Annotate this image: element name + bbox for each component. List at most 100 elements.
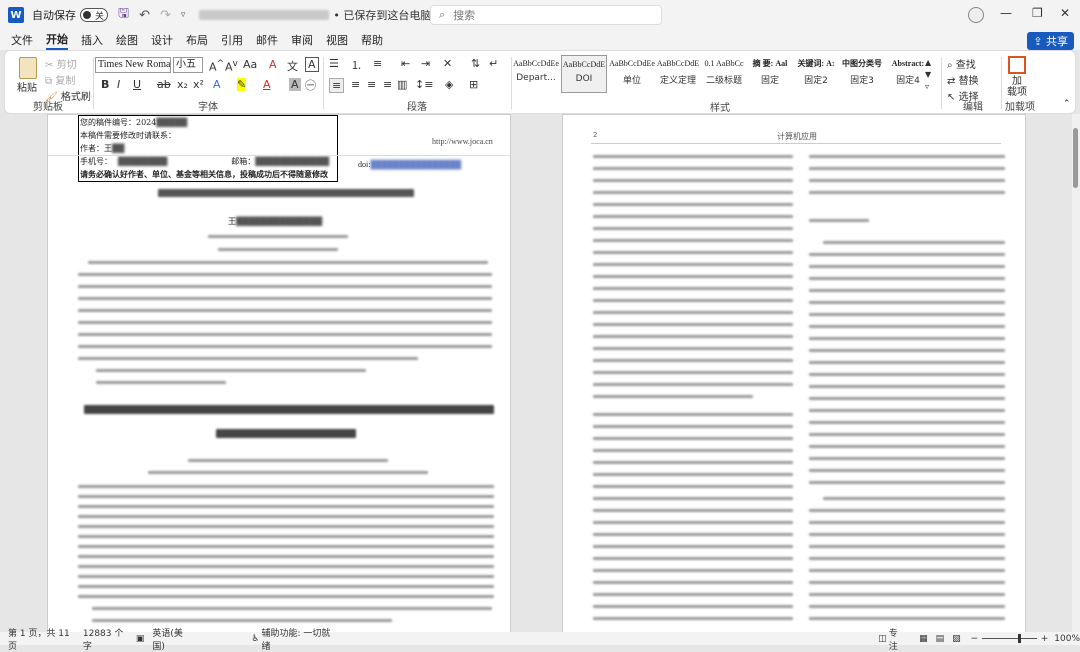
share-button[interactable]: ⇪ 共享 xyxy=(1027,32,1074,50)
tab-mailings[interactable]: 邮件 xyxy=(256,32,278,48)
numbering-icon[interactable]: ⒈ xyxy=(351,57,362,73)
tab-file[interactable]: 文件 xyxy=(11,32,33,48)
styles-scroll-icon[interactable]: ▲ ▼ ▿ xyxy=(925,57,931,93)
focus-button[interactable]: 专注 xyxy=(889,626,905,652)
font-color-icon[interactable]: A xyxy=(263,78,271,91)
restore-icon[interactable]: ❐ xyxy=(1032,6,1043,20)
tab-review[interactable]: 审阅 xyxy=(291,32,313,48)
tab-references[interactable]: 引用 xyxy=(221,32,243,48)
shrink-font-icon[interactable]: Av xyxy=(225,58,238,74)
distribute-icon[interactable]: ▥ xyxy=(397,78,407,91)
copy-button[interactable]: ⧉ 复制 xyxy=(45,72,75,87)
style-item[interactable]: 摘 要: Aal 固定 xyxy=(747,55,793,93)
asian-layout-icon[interactable]: ✕ xyxy=(443,57,452,70)
align-left-icon[interactable]: ≡ xyxy=(329,78,345,93)
style-item[interactable]: AaBbCcDdE 定义定理 xyxy=(655,55,701,93)
save-icon[interactable]: 🖫 xyxy=(118,4,129,26)
subscript-icon[interactable]: x₂ xyxy=(177,78,188,91)
page-count[interactable]: 第 1 页，共 11 页 xyxy=(8,626,75,652)
page-2[interactable]: 2 计算机应用 xyxy=(562,114,1026,632)
read-mode-icon[interactable]: ▦ xyxy=(919,634,928,644)
search-box[interactable]: ⌕ 搜索 xyxy=(430,5,662,25)
vertical-scrollbar[interactable] xyxy=(1072,114,1080,632)
word-count[interactable]: 12883 个字 xyxy=(83,626,128,652)
replace-button[interactable]: ⇄ 替换 xyxy=(947,72,979,87)
style-item[interactable]: 关键词: A: 固定2 xyxy=(793,55,839,93)
customize-toolbar-icon[interactable]: ▿ xyxy=(181,10,186,20)
char-border-icon[interactable]: A xyxy=(305,57,319,72)
paste-icon[interactable] xyxy=(19,57,37,79)
cut-button[interactable]: ✂ 剪切 xyxy=(45,56,77,71)
zoom-in-icon[interactable]: + xyxy=(1041,634,1049,644)
language[interactable]: 英语(美国) xyxy=(152,626,191,652)
underline-icon[interactable]: U xyxy=(133,78,141,91)
phonetic-guide-icon[interactable]: 文 xyxy=(287,58,298,74)
tab-design[interactable]: 设计 xyxy=(151,32,173,48)
tab-help[interactable]: 帮助 xyxy=(361,32,383,48)
bullets-icon[interactable]: ☰ xyxy=(329,57,339,70)
paragraph-label: 段落 xyxy=(407,102,427,113)
autosave-toggle[interactable]: 关 xyxy=(80,8,108,22)
body-text-line xyxy=(593,485,793,488)
zoom-slider[interactable] xyxy=(982,634,1037,643)
paste-button[interactable]: 粘贴 xyxy=(17,79,37,94)
align-right-icon[interactable]: ≡ xyxy=(367,78,376,91)
page-1[interactable]: 您的稿件编号：2024█████ 本稿件需要修改时请联系： 作者：王██ 手机号… xyxy=(47,114,511,632)
borders-icon[interactable]: ⊞ xyxy=(469,78,478,91)
style-item[interactable]: 0.1 AaBbCc 二级标题 xyxy=(701,55,747,93)
font-size-select[interactable]: 小五 xyxy=(173,57,203,73)
addins-icon[interactable] xyxy=(1008,56,1026,74)
grow-font-icon[interactable]: A^ xyxy=(209,58,224,74)
superscript-icon[interactable]: x² xyxy=(193,78,204,91)
find-button[interactable]: ⌕ 查找 xyxy=(947,56,976,71)
increase-indent-icon[interactable]: ⇥ xyxy=(421,57,430,70)
style-item[interactable]: AaBbCcDdEe Depart... xyxy=(513,55,559,93)
line-spacing-icon[interactable]: ↕≡ xyxy=(415,78,433,91)
show-marks-icon[interactable]: ↵ xyxy=(489,57,498,70)
decrease-indent-icon[interactable]: ⇤ xyxy=(401,57,410,70)
style-item[interactable]: AaBbCcDdE DOI xyxy=(561,55,607,93)
addins-button[interactable]: 加 载项 xyxy=(1007,76,1027,98)
tab-layout[interactable]: 布局 xyxy=(186,32,208,48)
zoom-level[interactable]: 100% xyxy=(1054,634,1080,644)
scrollbar-thumb[interactable] xyxy=(1073,128,1078,188)
style-item[interactable]: AaBbCcDdEe 单位 xyxy=(609,55,655,93)
print-layout-icon[interactable]: ▤ xyxy=(936,634,945,644)
change-case-icon[interactable]: Aa xyxy=(243,58,257,71)
zoom-slider-thumb[interactable] xyxy=(1018,634,1022,643)
shading-icon[interactable]: ◈ xyxy=(445,78,453,91)
italic-icon[interactable]: I xyxy=(117,78,120,91)
justify-icon[interactable]: ≡ xyxy=(383,78,392,91)
body-text-line xyxy=(809,433,1005,436)
tab-draw[interactable]: 绘图 xyxy=(116,32,138,48)
undo-icon[interactable]: ↶ xyxy=(139,8,150,23)
tab-home[interactable]: 开始 xyxy=(46,31,68,50)
enclose-char-icon[interactable]: ㊀ xyxy=(305,77,316,93)
zoom-out-icon[interactable]: − xyxy=(971,634,979,644)
font-name-select[interactable]: Times New Roman xyxy=(95,57,171,73)
sort-icon[interactable]: ⇅ xyxy=(471,57,480,70)
font-label: 字体 xyxy=(198,102,218,113)
multilevel-list-icon[interactable]: ≡ xyxy=(373,57,382,70)
strikethrough-icon[interactable]: ab xyxy=(157,78,171,91)
proofing-icon[interactable]: ▣ xyxy=(136,634,145,644)
bold-icon[interactable]: B xyxy=(101,78,109,91)
minimize-icon[interactable]: — xyxy=(1000,6,1012,20)
style-item[interactable]: 中图分类号 固定3 xyxy=(839,55,885,93)
accessibility-status[interactable]: 辅助功能: 一切就绪 xyxy=(262,626,333,652)
web-layout-icon[interactable]: ▧ xyxy=(952,634,961,644)
clear-format-icon[interactable]: A xyxy=(269,58,277,71)
document-area[interactable]: 您的稿件编号：2024█████ 本稿件需要修改时请联系： 作者：王██ 手机号… xyxy=(0,114,1080,632)
tab-insert[interactable]: 插入 xyxy=(81,32,103,48)
close-icon[interactable]: ✕ xyxy=(1060,6,1070,20)
align-center-icon[interactable]: ≡ xyxy=(351,78,360,91)
char-shading-icon[interactable]: A xyxy=(289,78,301,91)
redo-icon[interactable]: ↷ xyxy=(160,8,171,23)
collapse-ribbon-icon[interactable]: ⌃ xyxy=(1063,99,1071,109)
text-effects-icon[interactable]: A xyxy=(213,78,221,91)
style-preview: 关键词: A: xyxy=(797,59,835,68)
save-status[interactable]: • 已保存到这台电脑 ∨ xyxy=(333,7,443,23)
tab-view[interactable]: 视图 xyxy=(326,32,348,48)
user-avatar[interactable] xyxy=(968,7,984,23)
highlight-icon[interactable]: ✎ xyxy=(237,78,247,91)
